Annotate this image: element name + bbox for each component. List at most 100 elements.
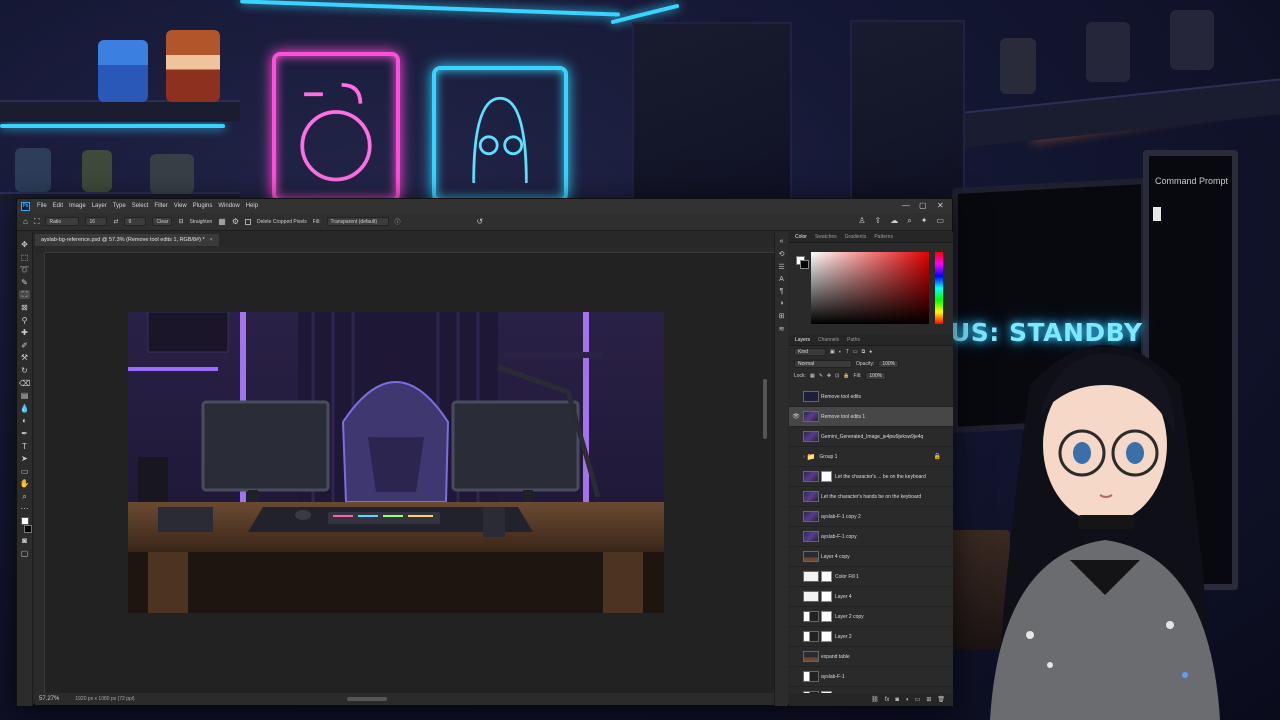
- layout-icon[interactable]: ▭: [936, 216, 944, 226]
- crop-tool-icon[interactable]: ⛶: [34, 217, 40, 227]
- layer-mask-thumbnail[interactable]: [821, 611, 832, 622]
- home-icon[interactable]: ⌂: [23, 217, 28, 226]
- properties-icon[interactable]: ☰: [778, 263, 784, 271]
- quick-select-tool-icon[interactable]: ✎: [19, 278, 30, 287]
- type-tool-icon[interactable]: T: [19, 442, 30, 451]
- layer-row[interactable]: Color Fill 1: [789, 567, 953, 587]
- settings-gear-icon[interactable]: ⚙: [232, 217, 239, 226]
- menu-image[interactable]: Image: [66, 203, 89, 209]
- share-icon[interactable]: ⇪: [875, 216, 882, 226]
- lock-pixels-icon[interactable]: ▦: [810, 373, 815, 379]
- tab-swatches[interactable]: Swatches: [812, 234, 840, 240]
- clone-stamp-tool-icon[interactable]: ⚒: [19, 353, 30, 362]
- filter-type-icon[interactable]: T: [846, 349, 849, 355]
- search-icon[interactable]: ⌕: [907, 216, 911, 226]
- lock-paint-icon[interactable]: ✎: [819, 373, 823, 379]
- ratio-select[interactable]: Ratio: [45, 217, 80, 226]
- spot-heal-tool-icon[interactable]: ✚: [19, 328, 30, 337]
- ratio-width-input[interactable]: 16: [85, 217, 108, 226]
- layer-row[interactable]: › 📁 Group 1 🔒: [789, 447, 953, 467]
- menu-filter[interactable]: Filter: [151, 203, 170, 209]
- canvas-area[interactable]: [45, 253, 779, 693]
- filter-adjust-icon[interactable]: ◐: [839, 349, 842, 355]
- path-select-tool-icon[interactable]: ➤: [19, 454, 30, 463]
- lock-position-icon[interactable]: ✥: [827, 373, 831, 379]
- visibility-eye-icon[interactable]: 👁: [789, 413, 803, 420]
- delete-layer-icon[interactable]: 🗑: [937, 696, 945, 703]
- menu-view[interactable]: View: [171, 203, 190, 209]
- adjustment-layer-icon[interactable]: ◑: [905, 697, 909, 703]
- rectangle-tool-icon[interactable]: ▭: [19, 467, 30, 476]
- overlay-grid-icon[interactable]: ▦: [218, 217, 226, 226]
- discover-icon[interactable]: ✦: [921, 216, 928, 226]
- tab-layers[interactable]: Layers: [792, 337, 813, 343]
- filter-toggle-icon[interactable]: ●: [869, 349, 872, 355]
- layer-row[interactable]: Layer 2 copy: [789, 607, 953, 627]
- more-tools-icon[interactable]: ⋯: [19, 504, 30, 513]
- eraser-tool-icon[interactable]: ⌫: [19, 379, 30, 388]
- fx-icon[interactable]: fx: [885, 697, 890, 703]
- move-tool-icon[interactable]: ✥: [19, 240, 30, 249]
- marquee-tool-icon[interactable]: ⬚: [19, 253, 30, 262]
- info-icon[interactable]: ⓘ: [395, 217, 401, 226]
- delete-cropped-checkbox[interactable]: [245, 218, 251, 225]
- layer-row[interactable]: Remove tool edits: [789, 387, 953, 407]
- lock-artboard-icon[interactable]: ⊡: [835, 373, 839, 379]
- blend-mode-select[interactable]: Normal: [794, 360, 852, 368]
- ratio-height-input[interactable]: 9: [124, 217, 147, 226]
- maximize-button[interactable]: ▢: [919, 201, 927, 210]
- layer-mask-thumbnail[interactable]: [821, 571, 832, 582]
- expand-panels-icon[interactable]: «: [780, 238, 784, 245]
- adjustments-icon[interactable]: ◑: [779, 300, 783, 307]
- kind-filter-select[interactable]: Kind: [794, 348, 826, 356]
- menu-window[interactable]: Window: [215, 203, 242, 209]
- dodge-tool-icon[interactable]: ◐: [19, 416, 30, 425]
- libraries-icon[interactable]: ⊞: [779, 312, 785, 320]
- lasso-tool-icon[interactable]: ➰: [19, 265, 30, 274]
- straighten-button[interactable]: Straighten: [189, 219, 212, 225]
- new-layer-icon[interactable]: ⊞: [926, 696, 931, 703]
- layer-row[interactable]: Gemini_Generated_Image_je4pw9jeksw9je4q: [789, 427, 953, 447]
- layer-row[interactable]: 👁 Remove tool edits 1: [789, 407, 953, 427]
- layer-row[interactable]: ayslab-F-1 copy: [789, 527, 953, 547]
- history-brush-tool-icon[interactable]: ↻: [19, 366, 30, 375]
- tab-patterns[interactable]: Patterns: [871, 234, 896, 240]
- straighten-icon[interactable]: ⊟: [178, 218, 183, 225]
- document-tab[interactable]: ayslab-bg-reference.psd @ 57.3% (Remove …: [35, 234, 219, 246]
- layer-row[interactable]: expand table: [789, 647, 953, 667]
- fill-input[interactable]: 100%: [865, 372, 887, 380]
- layer-mask-thumbnail[interactable]: [821, 631, 832, 642]
- filter-pixel-icon[interactable]: ▣: [830, 349, 835, 355]
- layer-mask-thumbnail[interactable]: [821, 591, 832, 602]
- menu-type[interactable]: Type: [110, 203, 129, 209]
- tab-paths[interactable]: Paths: [844, 337, 863, 343]
- lock-all-icon[interactable]: 🔒: [843, 373, 849, 379]
- close-button[interactable]: ✕: [937, 201, 944, 210]
- layer-row[interactable]: Layer 4: [789, 587, 953, 607]
- history-icon[interactable]: ⟲: [779, 250, 785, 258]
- layer-row[interactable]: Layer 4 copy: [789, 547, 953, 567]
- minimize-button[interactable]: —: [902, 201, 910, 210]
- tab-gradients[interactable]: Gradients: [842, 234, 870, 240]
- background-swatch[interactable]: [800, 260, 809, 269]
- zoom-tool-icon[interactable]: ⌕: [19, 492, 30, 501]
- layer-row[interactable]: ayslab-F-1 copy 2: [789, 507, 953, 527]
- vertical-scrollbar[interactable]: [763, 379, 767, 439]
- character-icon[interactable]: A: [779, 276, 784, 283]
- background-color-swatch[interactable]: [23, 524, 32, 533]
- group-expand-chevron-icon[interactable]: ›: [803, 454, 805, 460]
- cloud-icon[interactable]: ☁: [890, 216, 898, 226]
- zoom-level[interactable]: 57.27%: [39, 696, 59, 702]
- layer-row[interactable]: Layer 2: [789, 627, 953, 647]
- clear-button[interactable]: Clear: [152, 217, 173, 226]
- new-group-icon[interactable]: ▭: [915, 696, 921, 703]
- filter-shape-icon[interactable]: ▭: [853, 349, 858, 355]
- layer-row[interactable]: ayslab-F-1: [789, 667, 953, 687]
- canvas-artwork[interactable]: [128, 312, 664, 613]
- blur-tool-icon[interactable]: 💧: [19, 404, 30, 413]
- opacity-input[interactable]: 100%: [878, 360, 900, 368]
- tab-color[interactable]: Color: [792, 234, 810, 240]
- menu-layer[interactable]: Layer: [89, 203, 110, 209]
- close-document-icon[interactable]: ×: [210, 237, 213, 243]
- filter-smart-icon[interactable]: ⧉: [862, 349, 866, 355]
